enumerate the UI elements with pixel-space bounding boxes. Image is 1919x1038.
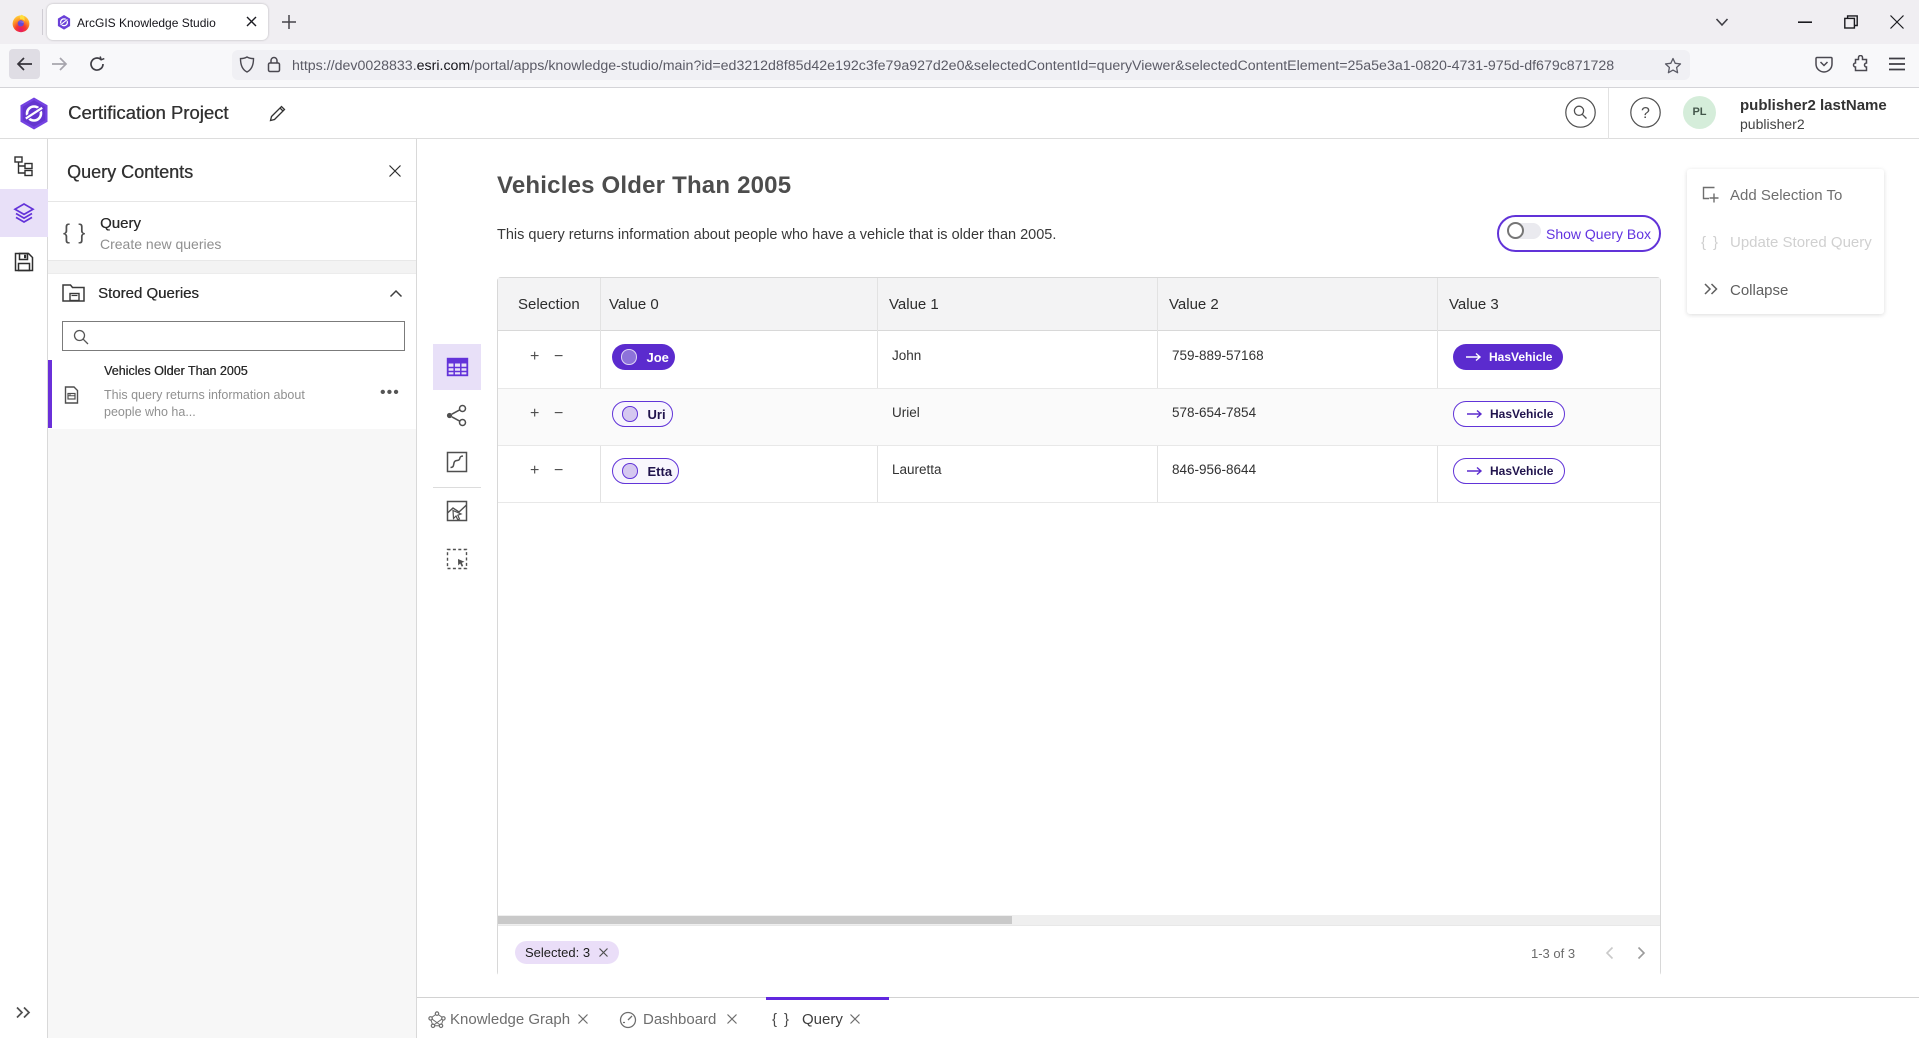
svg-text:?: ? — [1641, 105, 1650, 122]
